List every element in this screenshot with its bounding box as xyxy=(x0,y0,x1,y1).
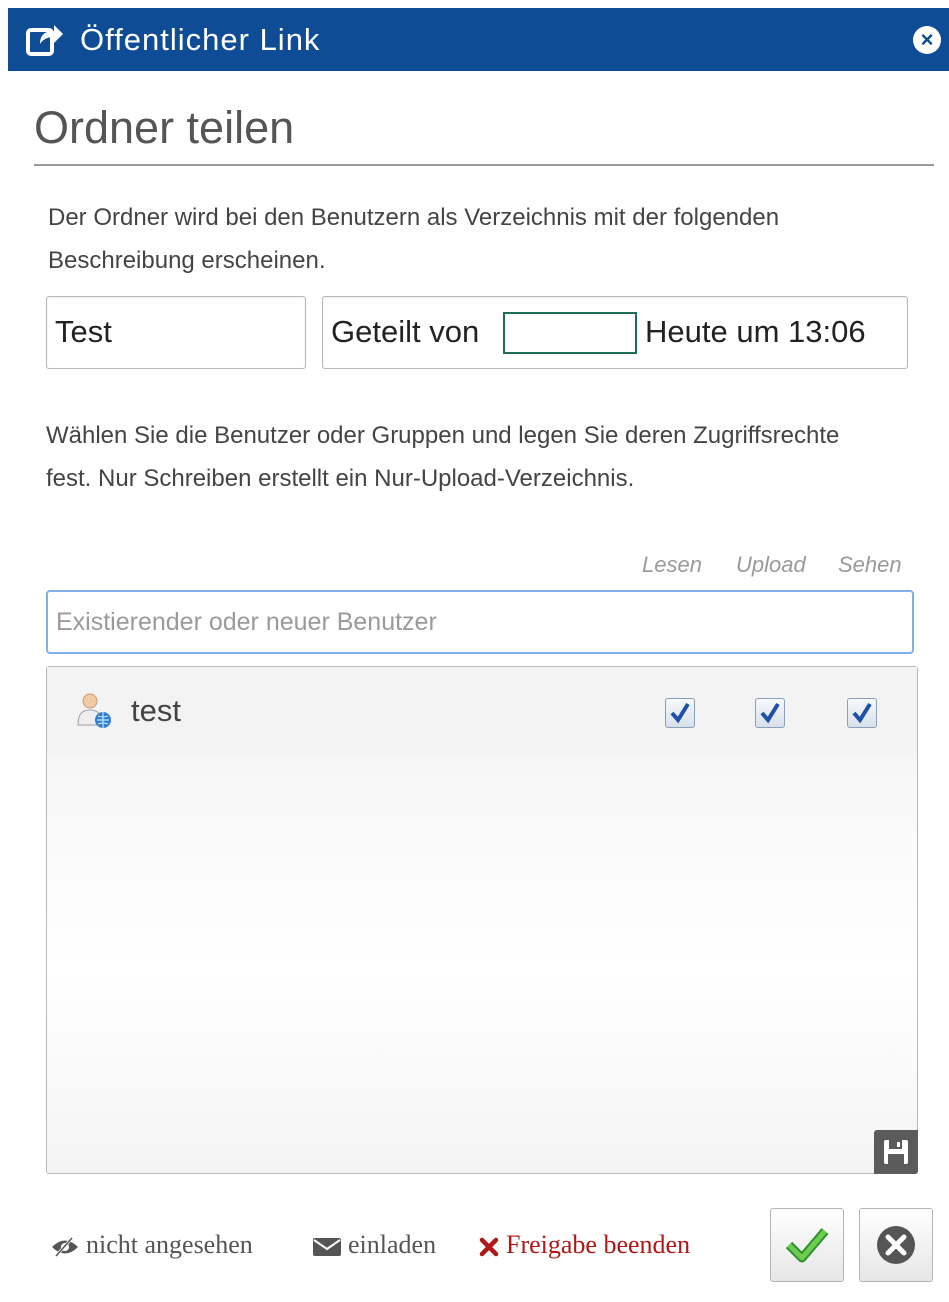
share-description: Der Ordner wird bei den Benutzern als Ve… xyxy=(48,204,780,274)
cancel-button[interactable] xyxy=(859,1208,933,1282)
see-permission-checkbox[interactable] xyxy=(847,698,877,728)
envelope-icon xyxy=(313,1238,341,1257)
checkmark-icon xyxy=(852,702,872,724)
share-info-field[interactable]: Geteilt von Heute um 13:06 xyxy=(322,296,908,369)
user-globe-icon xyxy=(77,693,111,728)
x-mark-icon xyxy=(479,1237,499,1257)
upload-permission-checkbox[interactable] xyxy=(755,698,785,728)
checkmark-icon xyxy=(670,702,690,724)
checkmark-icon xyxy=(760,702,780,724)
eye-slash-icon xyxy=(52,1237,78,1258)
page-title: Ordner teilen xyxy=(34,102,295,153)
column-header-upload: Upload xyxy=(736,552,806,577)
not-viewed-link[interactable]: nicht angesehen xyxy=(50,1230,253,1260)
heading-divider xyxy=(34,164,934,166)
owner-name-box[interactable] xyxy=(503,312,637,354)
shared-by-label: Geteilt von xyxy=(331,314,480,349)
close-button[interactable]: × xyxy=(913,26,941,54)
share-date: Heute um 13:06 xyxy=(645,314,866,349)
permissions-instructions: Wählen Sie die Benutzer oder Gruppen und… xyxy=(46,422,840,492)
not-viewed-label: nicht angesehen xyxy=(86,1230,253,1259)
confirm-button[interactable] xyxy=(770,1208,844,1282)
dialog-titlebar: Öffentlicher Link × xyxy=(8,8,949,71)
list-item: test xyxy=(47,667,917,753)
floppy-disk-icon xyxy=(884,1140,908,1164)
dialog-title: Öffentlicher Link xyxy=(80,22,321,57)
end-share-link[interactable]: Freigabe beenden xyxy=(478,1230,690,1260)
checkmark-icon xyxy=(785,1228,829,1263)
user-list: test xyxy=(46,666,918,1174)
column-header-read: Lesen xyxy=(642,552,702,577)
end-share-label: Freigabe beenden xyxy=(506,1230,691,1259)
column-header-see: Sehen xyxy=(838,552,902,577)
user-search-input[interactable] xyxy=(46,590,914,654)
invite-label: einladen xyxy=(348,1230,437,1259)
folder-name-field[interactable]: Test xyxy=(46,296,306,369)
save-button[interactable] xyxy=(874,1130,918,1174)
folder-name-value: Test xyxy=(55,314,112,349)
share-icon xyxy=(26,25,63,56)
invite-link[interactable]: einladen xyxy=(312,1230,436,1260)
user-name: test xyxy=(131,693,181,728)
read-permission-checkbox[interactable] xyxy=(665,698,695,728)
cancel-circle-icon xyxy=(877,1226,915,1264)
